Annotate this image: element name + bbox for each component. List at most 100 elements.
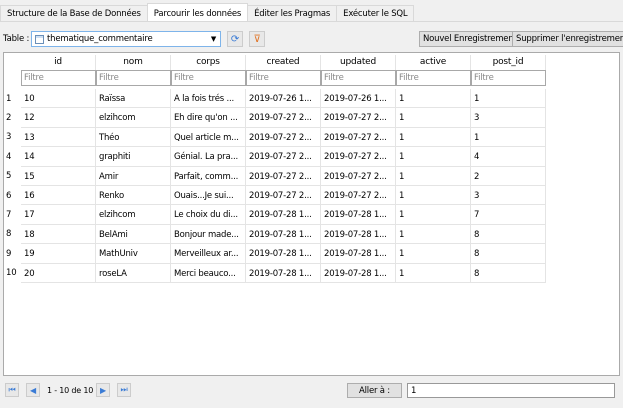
table-cell[interactable]: Parfait, comm... xyxy=(171,166,246,186)
table-cell[interactable]: 1 xyxy=(396,89,471,109)
table-cell[interactable]: 2019-07-28 1... xyxy=(246,205,321,225)
table-cell[interactable]: 13 xyxy=(21,127,96,148)
table-cell[interactable]: 2019-07-26 1... xyxy=(321,89,396,109)
table-cell[interactable]: 16 xyxy=(21,185,96,206)
row-number[interactable]: 3 xyxy=(4,132,21,142)
row-number[interactable]: 10 xyxy=(4,268,21,278)
table-cell[interactable]: Eh dire qu'on ... xyxy=(171,108,246,128)
table-cell[interactable]: 2019-07-28 1... xyxy=(321,205,396,225)
table-cell[interactable]: 2019-07-27 2... xyxy=(321,166,396,186)
table-cell[interactable]: 1 xyxy=(396,108,471,128)
table-cell[interactable]: BelAmi xyxy=(96,224,171,245)
table-cell[interactable]: Génial. La pra... xyxy=(171,147,246,167)
table-cell[interactable]: 3 xyxy=(471,185,546,206)
row-number[interactable]: 6 xyxy=(4,191,21,201)
table-cell[interactable]: 1 xyxy=(396,224,471,245)
column-header-updated[interactable]: updated xyxy=(321,55,396,70)
table-cell[interactable]: 12 xyxy=(21,108,96,128)
table-cell[interactable]: 1 xyxy=(396,185,471,206)
table-cell[interactable]: 2 xyxy=(471,166,546,186)
table-cell[interactable]: 2019-07-27 2... xyxy=(246,185,321,206)
table-cell[interactable]: Le choix du di... xyxy=(171,205,246,225)
table-select[interactable]: thematique_commentaire ▼ xyxy=(31,31,221,47)
row-number[interactable]: 9 xyxy=(4,249,21,259)
table-cell[interactable]: 4 xyxy=(471,147,546,167)
column-header-active[interactable]: active xyxy=(396,55,471,70)
table-cell[interactable]: 8 xyxy=(471,244,546,264)
table-cell[interactable]: 2019-07-28 1... xyxy=(246,224,321,245)
filter-input-corps[interactable]: Filtre xyxy=(171,70,246,86)
table-cell[interactable]: 2019-07-28 1... xyxy=(246,244,321,264)
tab-structure[interactable]: Structure de la Base de Données xyxy=(0,5,148,21)
table-cell[interactable]: 7 xyxy=(471,205,546,225)
prev-page-icon[interactable]: ◀ xyxy=(26,383,40,397)
table-cell[interactable]: 8 xyxy=(471,263,546,283)
table-cell[interactable]: 2019-07-28 1... xyxy=(321,224,396,245)
table-cell[interactable]: Bonjour made... xyxy=(171,224,246,245)
table-cell[interactable]: 18 xyxy=(21,224,96,245)
filter-input-updated[interactable]: Filtre xyxy=(321,70,396,86)
table-cell[interactable]: elzihcom xyxy=(96,205,171,225)
table-cell[interactable]: 10 xyxy=(21,89,96,109)
table-cell[interactable]: MathUniv xyxy=(96,244,171,264)
table-cell[interactable]: 2019-07-28 1... xyxy=(321,263,396,283)
column-header-post-id[interactable]: post_id xyxy=(471,55,546,70)
table-cell[interactable]: 20 xyxy=(21,263,96,283)
table-cell[interactable]: Raïssa xyxy=(96,89,171,109)
table-cell[interactable]: 2019-07-28 1... xyxy=(321,244,396,264)
table-cell[interactable]: 8 xyxy=(471,224,546,245)
filter-input-created[interactable]: Filtre xyxy=(246,70,321,86)
table-cell[interactable]: 1 xyxy=(396,263,471,283)
table-cell[interactable]: roseLA xyxy=(96,263,171,283)
table-cell[interactable]: 15 xyxy=(21,166,96,186)
row-number[interactable]: 2 xyxy=(4,113,21,123)
tab-browse-data[interactable]: Parcourir les données xyxy=(146,3,249,21)
table-cell[interactable]: 2019-07-27 2... xyxy=(246,166,321,186)
table-cell[interactable]: 2019-07-26 1... xyxy=(246,89,321,109)
table-cell[interactable]: Théo xyxy=(96,127,171,148)
goto-button[interactable]: Aller à : xyxy=(347,383,402,398)
column-header-corps[interactable]: corps xyxy=(171,55,246,70)
table-cell[interactable]: Quel article m... xyxy=(171,127,246,148)
table-cell[interactable]: Merveilleux ar... xyxy=(171,244,246,264)
table-cell[interactable]: graphiti xyxy=(96,147,171,167)
row-number[interactable]: 8 xyxy=(4,229,21,239)
table-cell[interactable]: 2019-07-28 1... xyxy=(246,263,321,283)
table-cell[interactable]: 19 xyxy=(21,244,96,264)
table-cell[interactable]: 1 xyxy=(396,127,471,148)
clear-filter-icon[interactable]: ⊽ xyxy=(249,31,265,47)
table-cell[interactable]: 1 xyxy=(396,147,471,167)
filter-input-active[interactable]: Filtre xyxy=(396,70,471,86)
table-cell[interactable]: 2019-07-27 2... xyxy=(321,147,396,167)
table-cell[interactable]: 1 xyxy=(471,127,546,148)
column-header-created[interactable]: created xyxy=(246,55,321,70)
table-cell[interactable]: 1 xyxy=(396,205,471,225)
filter-input-post-id[interactable]: Filtre xyxy=(471,70,546,86)
table-cell[interactable]: 1 xyxy=(396,244,471,264)
refresh-icon[interactable]: ⟳ xyxy=(227,31,243,47)
table-cell[interactable]: 2019-07-27 2... xyxy=(246,108,321,128)
table-cell[interactable]: 2019-07-27 2... xyxy=(321,108,396,128)
row-number[interactable]: 7 xyxy=(4,210,21,220)
table-cell[interactable]: 1 xyxy=(396,166,471,186)
table-cell[interactable]: A la fois trés ... xyxy=(171,89,246,109)
delete-record-button[interactable]: Supprimer l'enregistrement xyxy=(512,31,623,47)
goto-input[interactable]: 1 xyxy=(407,383,615,398)
table-cell[interactable]: 1 xyxy=(471,89,546,109)
next-page-icon[interactable]: ▶ xyxy=(96,383,110,397)
row-number[interactable]: 1 xyxy=(4,94,21,104)
first-page-icon[interactable]: ⏮ xyxy=(5,383,19,397)
filter-input-id[interactable]: Filtre xyxy=(21,70,96,86)
column-header-nom[interactable]: nom xyxy=(96,55,171,70)
table-cell[interactable]: Amir xyxy=(96,166,171,186)
table-cell[interactable]: 17 xyxy=(21,205,96,225)
row-number[interactable]: 4 xyxy=(4,152,21,162)
last-page-icon[interactable]: ⏭ xyxy=(117,383,131,397)
table-cell[interactable]: 2019-07-27 2... xyxy=(246,127,321,148)
new-record-button[interactable]: Nouvel Enregistrement xyxy=(419,31,521,47)
tab-execute-sql[interactable]: Exécuter le SQL xyxy=(336,5,415,21)
table-cell[interactable]: 2019-07-27 2... xyxy=(246,147,321,167)
table-cell[interactable]: Ouais...Je sui... xyxy=(171,185,246,206)
tab-edit-pragmas[interactable]: Éditer les Pragmas xyxy=(247,5,338,21)
table-cell[interactable]: 2019-07-27 2... xyxy=(321,185,396,206)
